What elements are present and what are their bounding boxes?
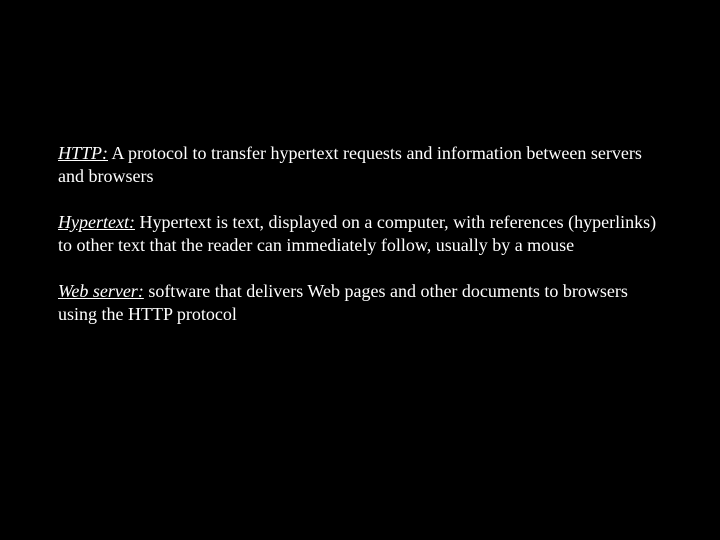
definition-http: A protocol to transfer hypertext request… <box>58 143 642 186</box>
definition-hypertext: Hypertext is text, displayed on a comput… <box>58 212 656 255</box>
slide: HTTP: A protocol to transfer hypertext r… <box>0 0 720 540</box>
definition-entry: Hypertext: Hypertext is text, displayed … <box>58 211 668 258</box>
definition-web-server: software that delivers Web pages and oth… <box>58 281 628 324</box>
definition-entry: Web server: software that delivers Web p… <box>58 280 668 327</box>
definition-entry: HTTP: A protocol to transfer hypertext r… <box>58 142 668 189</box>
definitions-block: HTTP: A protocol to transfer hypertext r… <box>58 142 668 348</box>
term-web-server: Web server: <box>58 281 144 301</box>
term-hypertext: Hypertext: <box>58 212 135 232</box>
term-http: HTTP: <box>58 143 108 163</box>
